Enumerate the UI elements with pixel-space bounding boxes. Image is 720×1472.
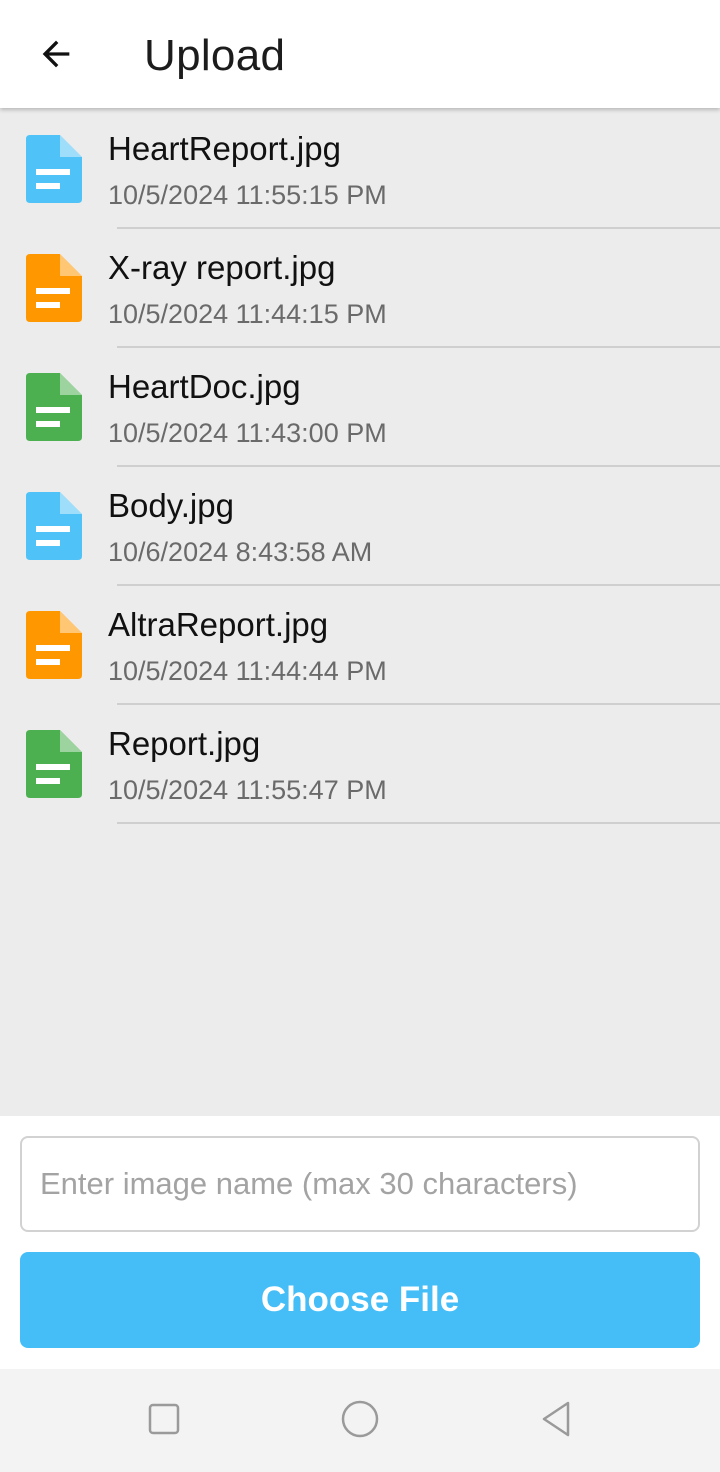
home-button[interactable] [332,1391,388,1447]
file-date: 10/6/2024 8:43:58 AM [108,537,373,567]
document-icon [26,611,82,679]
list-item[interactable]: Report.jpg 10/5/2024 11:55:47 PM [0,705,720,824]
app-bar: Upload [0,0,720,108]
square-recents-icon [148,1403,180,1435]
list-item[interactable]: AltraReport.jpg 10/5/2024 11:44:44 PM [0,586,720,705]
list-item[interactable]: Body.jpg 10/6/2024 8:43:58 AM [0,467,720,586]
image-name-input[interactable] [20,1136,700,1232]
back-nav-button[interactable] [528,1391,584,1447]
file-name: Report.jpg [108,725,261,762]
list-item[interactable]: HeartReport.jpg 10/5/2024 11:55:15 PM [0,110,720,229]
file-list: HeartReport.jpg 10/5/2024 11:55:15 PM X-… [0,110,720,824]
file-date: 10/5/2024 11:55:47 PM [108,775,387,805]
system-nav-bar [0,1369,720,1472]
file-date: 10/5/2024 11:44:15 PM [108,299,387,329]
divider [117,822,720,824]
triangle-back-icon [542,1401,570,1437]
upload-form: Choose File [0,1116,720,1369]
circle-home-icon [341,1400,379,1438]
list-item[interactable]: HeartDoc.jpg 10/5/2024 11:43:00 PM [0,348,720,467]
file-date: 10/5/2024 11:43:00 PM [108,418,387,448]
file-date: 10/5/2024 11:44:44 PM [108,656,387,686]
file-name: X-ray report.jpg [108,249,336,286]
list-item[interactable]: X-ray report.jpg 10/5/2024 11:44:15 PM [0,229,720,348]
arrow-back-icon [42,40,70,68]
document-icon [26,135,82,203]
document-icon [26,373,82,441]
file-name: HeartReport.jpg [108,130,341,167]
choose-file-button[interactable]: Choose File [20,1252,700,1348]
recents-button[interactable] [136,1391,192,1447]
document-icon [26,492,82,560]
page-title: Upload [144,31,286,80]
document-icon [26,254,82,322]
file-name: Body.jpg [108,487,234,524]
upload-screen: Upload HeartReport.jpg 10/5/2024 11:55:1… [0,0,720,1472]
file-name: HeartDoc.jpg [108,368,301,405]
document-icon [26,730,82,798]
back-button[interactable] [24,22,88,86]
file-name: AltraReport.jpg [108,606,329,643]
file-date: 10/5/2024 11:55:15 PM [108,180,387,210]
